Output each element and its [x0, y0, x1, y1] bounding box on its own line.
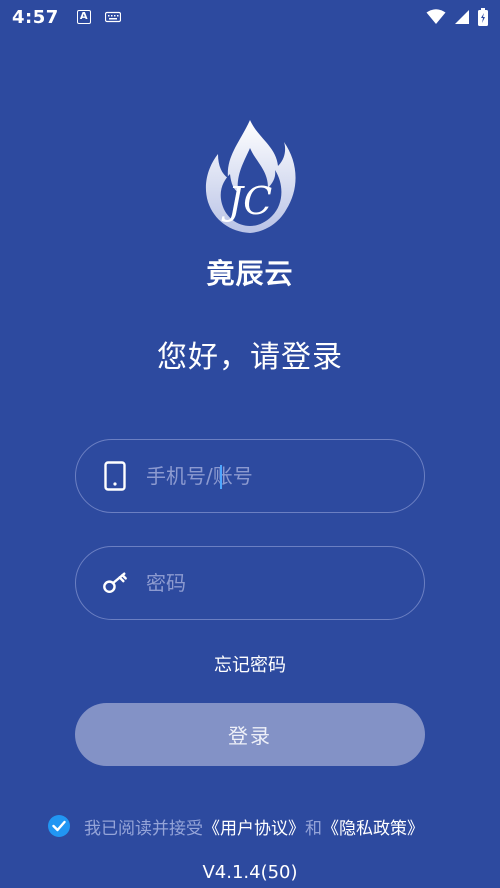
checkmark-icon — [52, 820, 66, 832]
status-notification-icons: A — [76, 10, 121, 24]
agreement-prefix: 我已阅读并接受 — [84, 818, 203, 839]
text-cursor — [220, 465, 222, 489]
wifi-icon — [426, 9, 446, 24]
a-notification-icon: A — [76, 10, 91, 24]
login-screen: 4:57 A JC 竟辰云 您好，请登录 手机号/账号 忘记密码 登录 我已阅读… — [0, 0, 500, 888]
password-input[interactable] — [146, 563, 404, 603]
status-bar: 4:57 A — [0, 0, 500, 34]
agreement-checkbox[interactable] — [48, 815, 70, 837]
forgot-password-link[interactable]: 忘记密码 — [0, 651, 500, 677]
phone-field[interactable] — [75, 439, 425, 513]
app-logo-icon: JC — [205, 120, 296, 233]
agreement-row: 我已阅读并接受 《用户协议》 和 《隐私政策》 — [48, 813, 468, 839]
user-agreement-link[interactable]: 《用户协议》 — [203, 814, 305, 839]
signal-icon — [455, 10, 469, 24]
phone-input[interactable] — [146, 456, 404, 496]
agreement-conjunction: 和 — [305, 818, 322, 839]
status-system-icons — [426, 8, 488, 26]
battery-icon — [478, 8, 488, 26]
privacy-policy-link[interactable]: 《隐私政策》 — [322, 814, 424, 839]
keyboard-icon — [104, 11, 121, 23]
app-name: 竟辰云 — [206, 257, 294, 290]
logo-letters: JC — [221, 179, 272, 223]
app-version: V4.1.4(50) — [202, 862, 298, 883]
login-button[interactable]: 登录 — [75, 703, 425, 766]
status-time: 4:57 — [12, 6, 59, 28]
phone-icon — [102, 461, 128, 491]
key-icon — [102, 568, 128, 598]
login-greeting: 您好，请登录 — [157, 340, 343, 375]
password-field[interactable] — [75, 546, 425, 620]
